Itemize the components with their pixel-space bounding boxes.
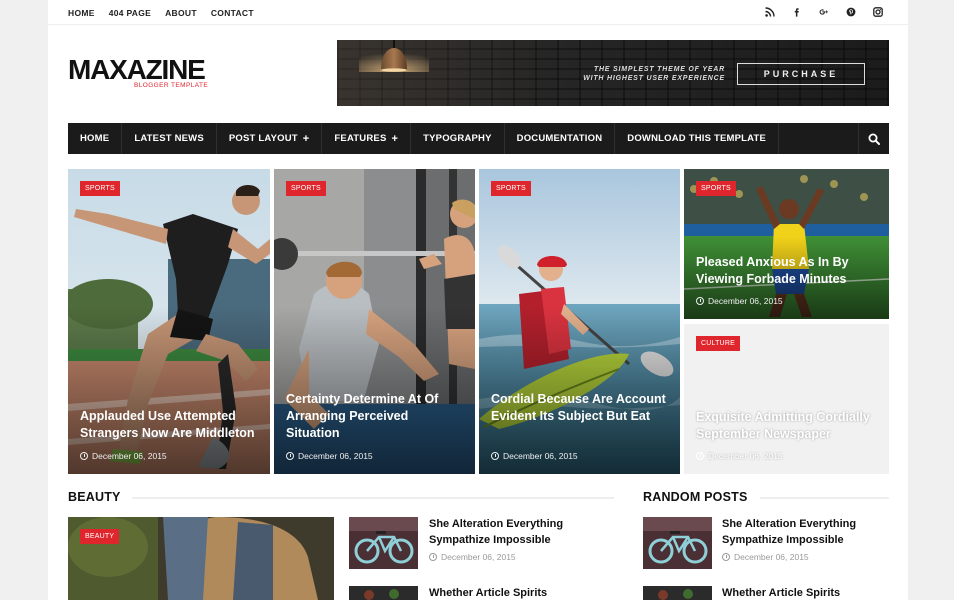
category-tag[interactable]: SPORTS bbox=[491, 181, 531, 196]
banner-subheadline: WITH HIGHEST USER EXPERIENCE bbox=[583, 75, 725, 82]
banner-headline: THE SIMPLEST THEME OF YEAR bbox=[593, 66, 725, 73]
featured-title[interactable]: Applauded Use Attempted Strangers Now Ar… bbox=[80, 408, 258, 442]
category-tag[interactable]: SPORTS bbox=[696, 181, 736, 196]
featured-date: December 06, 2015 bbox=[80, 451, 167, 461]
post-title[interactable]: She Alteration Everything Sympathize Imp… bbox=[722, 516, 882, 548]
section-divider bbox=[760, 497, 889, 499]
featured-date: December 06, 2015 bbox=[696, 296, 783, 306]
logo-wordmark: MAXAZINE bbox=[68, 54, 206, 85]
featured-title[interactable]: Cordial Because Are Account Evident Its … bbox=[491, 391, 668, 425]
beauty-section-title: BEAUTY bbox=[68, 490, 121, 504]
featured-title[interactable]: Pleased Anxious As In By Viewing Forbade… bbox=[696, 254, 877, 288]
clock-icon bbox=[429, 553, 437, 561]
featured-title[interactable]: Exquisite Admitting Cordially September … bbox=[696, 409, 877, 443]
category-tag[interactable]: SPORTS bbox=[286, 181, 326, 196]
site-logo[interactable]: MAXAZINE BLOGGER TEMPLATE bbox=[68, 56, 218, 96]
section-divider bbox=[132, 497, 614, 499]
nav-typography[interactable]: TYPOGRAPHY bbox=[411, 123, 505, 154]
category-tag[interactable]: CULTURE bbox=[696, 336, 740, 351]
nav-home[interactable]: HOME bbox=[68, 123, 123, 154]
post-thumbnail[interactable] bbox=[349, 586, 418, 600]
top-nav: HOME 404 PAGE ABOUT CONTACT bbox=[68, 8, 254, 18]
top-nav-404[interactable]: 404 PAGE bbox=[109, 8, 151, 18]
post-title[interactable]: She Alteration Everything Sympathize Imp… bbox=[429, 516, 589, 548]
featured-date: December 06, 2015 bbox=[286, 451, 373, 461]
nav-download-template[interactable]: DOWNLOAD THIS TEMPLATE bbox=[615, 123, 780, 154]
header-banner-ad[interactable]: THE SIMPLEST THEME OF YEAR WITH HIGHEST … bbox=[337, 40, 889, 106]
post-title[interactable]: Whether Article Spirits bbox=[722, 585, 882, 600]
bicycle-thumbnail bbox=[349, 517, 418, 569]
submenu-plus-icon: + bbox=[391, 132, 399, 145]
bicycle-thumbnail bbox=[643, 517, 712, 569]
featured-post-2[interactable]: SPORTS Certainty Determine At Of Arrangi… bbox=[274, 169, 475, 474]
featured-post-1[interactable]: SPORTS Applauded Use Attempted Strangers… bbox=[68, 169, 270, 474]
post-date: December 06, 2015 bbox=[429, 552, 516, 562]
nav-latest-news[interactable]: LATEST NEWS bbox=[122, 123, 217, 154]
post-thumbnail[interactable] bbox=[349, 517, 418, 569]
main-nav: HOME LATEST NEWS POST LAYOUT + FEATURES + … bbox=[68, 123, 889, 154]
search-icon bbox=[868, 133, 880, 145]
clock-icon bbox=[491, 452, 499, 460]
featured-date: December 06, 2015 bbox=[696, 451, 783, 461]
post-date: December 06, 2015 bbox=[722, 552, 809, 562]
top-bar: HOME 404 PAGE ABOUT CONTACT bbox=[48, 0, 908, 25]
clock-icon bbox=[722, 553, 730, 561]
featured-post-4[interactable]: SPORTS Pleased Anxious As In By Viewing … bbox=[684, 169, 889, 319]
search-button[interactable] bbox=[858, 123, 889, 154]
featured-post-5[interactable]: CULTURE Exquisite Admitting Cordially Se… bbox=[684, 324, 889, 474]
rss-icon[interactable] bbox=[764, 6, 776, 18]
beauty-main-post[interactable]: BEAUTY bbox=[68, 517, 334, 600]
purchase-button[interactable]: PURCHASE bbox=[737, 63, 865, 85]
top-nav-about[interactable]: ABOUT bbox=[165, 8, 197, 18]
featured-date: December 06, 2015 bbox=[491, 451, 578, 461]
nav-post-layout[interactable]: POST LAYOUT + bbox=[217, 123, 323, 154]
featured-post-3[interactable]: SPORTS Cordial Because Are Account Evide… bbox=[479, 169, 680, 474]
google-plus-icon[interactable] bbox=[818, 6, 830, 18]
clock-icon bbox=[696, 297, 704, 305]
page: HOME 404 PAGE ABOUT CONTACT MAXAZINE BLO… bbox=[0, 0, 954, 600]
top-nav-home[interactable]: HOME bbox=[68, 8, 95, 18]
post-thumbnail[interactable] bbox=[643, 586, 712, 600]
nav-features[interactable]: FEATURES + bbox=[322, 123, 412, 154]
submenu-plus-icon: + bbox=[302, 132, 310, 145]
clock-icon bbox=[286, 452, 294, 460]
category-tag[interactable]: BEAUTY bbox=[80, 529, 120, 544]
post-thumbnail[interactable] bbox=[643, 517, 712, 569]
top-nav-contact[interactable]: CONTACT bbox=[211, 8, 254, 18]
food-thumbnail bbox=[643, 586, 712, 600]
post-title[interactable]: Whether Article Spirits bbox=[429, 585, 589, 600]
pinterest-icon[interactable] bbox=[845, 6, 857, 18]
clock-icon bbox=[696, 452, 704, 460]
nav-documentation[interactable]: DOCUMENTATION bbox=[505, 123, 616, 154]
random-posts-title: RANDOM POSTS bbox=[643, 490, 748, 504]
logo-tagline: BLOGGER TEMPLATE bbox=[134, 82, 209, 89]
facebook-icon[interactable] bbox=[791, 6, 803, 18]
food-thumbnail bbox=[349, 586, 418, 600]
lamp-illustration bbox=[359, 40, 429, 72]
site-container: HOME 404 PAGE ABOUT CONTACT MAXAZINE BLO… bbox=[48, 0, 908, 600]
clock-icon bbox=[80, 452, 88, 460]
featured-title[interactable]: Certainty Determine At Of Arranging Perc… bbox=[286, 391, 463, 442]
category-tag[interactable]: SPORTS bbox=[80, 181, 120, 196]
instagram-icon[interactable] bbox=[872, 6, 884, 18]
social-links bbox=[764, 6, 884, 18]
